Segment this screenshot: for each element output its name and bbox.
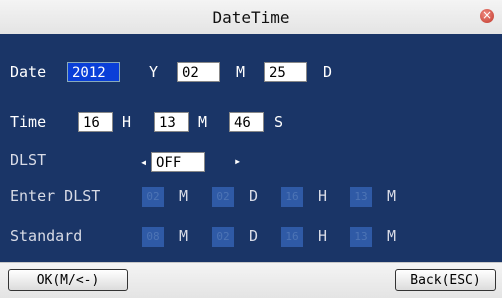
year-field[interactable]: 2012 xyxy=(67,62,120,82)
window-title: DateTime xyxy=(212,8,290,27)
minute-unit: M xyxy=(198,113,208,131)
hour-field[interactable]: 16 xyxy=(78,112,113,132)
enter-dlst-month-unit: M xyxy=(179,187,189,205)
minute-field[interactable]: 13 xyxy=(154,112,189,132)
month-unit: M xyxy=(236,63,246,81)
second-unit: S xyxy=(274,113,284,131)
enter-dlst-minute-field: 13 xyxy=(350,187,372,207)
enter-dlst-hour-field: 16 xyxy=(281,187,303,207)
hour-unit: H xyxy=(122,113,132,131)
time-label: Time xyxy=(10,113,47,131)
right-arrow-icon[interactable]: ▸ xyxy=(234,151,241,171)
standard-hour-field: 16 xyxy=(281,227,303,247)
month-field[interactable]: 02 xyxy=(177,62,220,82)
ok-button[interactable]: OK(M/<-) xyxy=(8,269,128,291)
back-button[interactable]: Back(ESC) xyxy=(395,269,496,291)
standard-hour-unit: H xyxy=(318,227,328,245)
standard-minute-unit: M xyxy=(387,227,397,245)
standard-day-unit: D xyxy=(249,227,259,245)
enter-dlst-hour-unit: H xyxy=(318,187,328,205)
second-field[interactable]: 46 xyxy=(229,112,264,132)
enter-dlst-day-unit: D xyxy=(249,187,259,205)
day-unit: D xyxy=(323,63,333,81)
standard-label: Standard xyxy=(10,227,83,245)
button-bar: OK(M/<-) Back(ESC) xyxy=(0,262,502,298)
day-field[interactable]: 25 xyxy=(264,62,307,82)
title-bar: DateTime × xyxy=(0,0,502,35)
standard-month-unit: M xyxy=(179,227,189,245)
date-label: Date xyxy=(10,63,47,81)
year-unit: Y xyxy=(149,63,159,81)
left-arrow-icon[interactable]: ◂ xyxy=(140,152,147,172)
standard-day-field: 02 xyxy=(212,227,234,247)
enter-dlst-day-field: 02 xyxy=(212,187,234,207)
enter-dlst-month-field: 02 xyxy=(142,187,164,207)
enter-dlst-minute-unit: M xyxy=(387,187,397,205)
close-icon[interactable]: × xyxy=(480,8,494,23)
enter-dlst-label: Enter DLST xyxy=(10,187,101,205)
dlst-select[interactable]: OFF xyxy=(151,152,205,172)
datetime-window: DateTime × Date 2012 Y 02 M 25 D Time 16… xyxy=(0,0,502,298)
dlst-label: DLST xyxy=(10,151,47,169)
standard-minute-field: 13 xyxy=(350,227,372,247)
standard-month-field: 08 xyxy=(142,227,164,247)
settings-panel: Date 2012 Y 02 M 25 D Time 16 H 13 M 46 … xyxy=(0,34,502,262)
